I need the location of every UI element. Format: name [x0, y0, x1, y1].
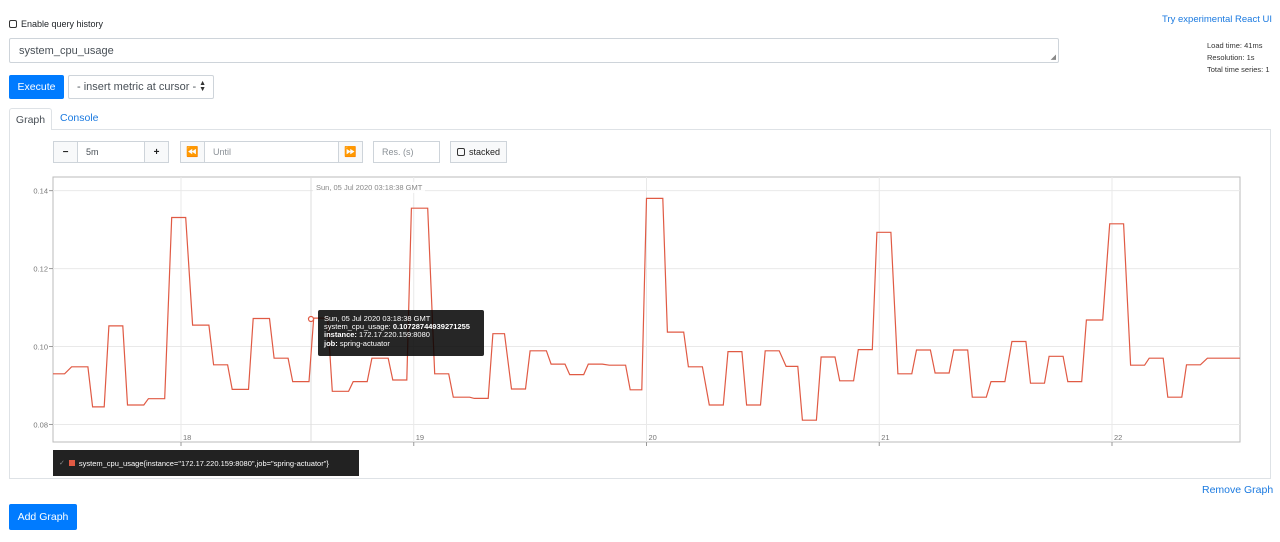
legend-color-swatch: [68, 460, 75, 466]
hover-tooltip: Sun, 05 Jul 2020 03:18:38 GMT system_cpu…: [318, 310, 484, 356]
legend-series-label[interactable]: system_cpu_usage{instance="172.17.220.15…: [79, 459, 329, 468]
tooltip-job-value: spring-actuator: [339, 338, 390, 348]
x-tick-label: 19: [416, 433, 424, 442]
y-tick-label: 0.08: [33, 420, 48, 429]
tooltip-job-row: job: spring-actuator: [324, 338, 478, 348]
x-tick-label: 20: [649, 433, 657, 442]
y-tick-label: 0.12: [33, 265, 48, 274]
tab-graph[interactable]: Graph: [9, 108, 52, 130]
graph-legend[interactable]: ✓ system_cpu_usage{instance="172.17.220.…: [53, 450, 359, 476]
y-tick-label: 0.10: [33, 343, 48, 352]
remove-graph-link[interactable]: Remove Graph: [1202, 484, 1273, 496]
x-tick-label: 18: [183, 433, 191, 442]
hover-point: [307, 315, 315, 323]
legend-check-icon[interactable]: ✓: [59, 459, 65, 467]
tooltip-job-key: job:: [324, 338, 338, 348]
axis-ticks: 0.08 0.10 0.12 0.14 18 19 20 21 22: [33, 187, 1122, 446]
y-tick-label: 0.14: [33, 187, 48, 196]
add-graph-button[interactable]: Add Graph: [9, 504, 77, 530]
x-tick-label: 22: [1114, 433, 1122, 442]
hover-time-label: Sun, 05 Jul 2020 03:18:38 GMT: [313, 182, 426, 193]
x-tick-label: 21: [881, 433, 889, 442]
